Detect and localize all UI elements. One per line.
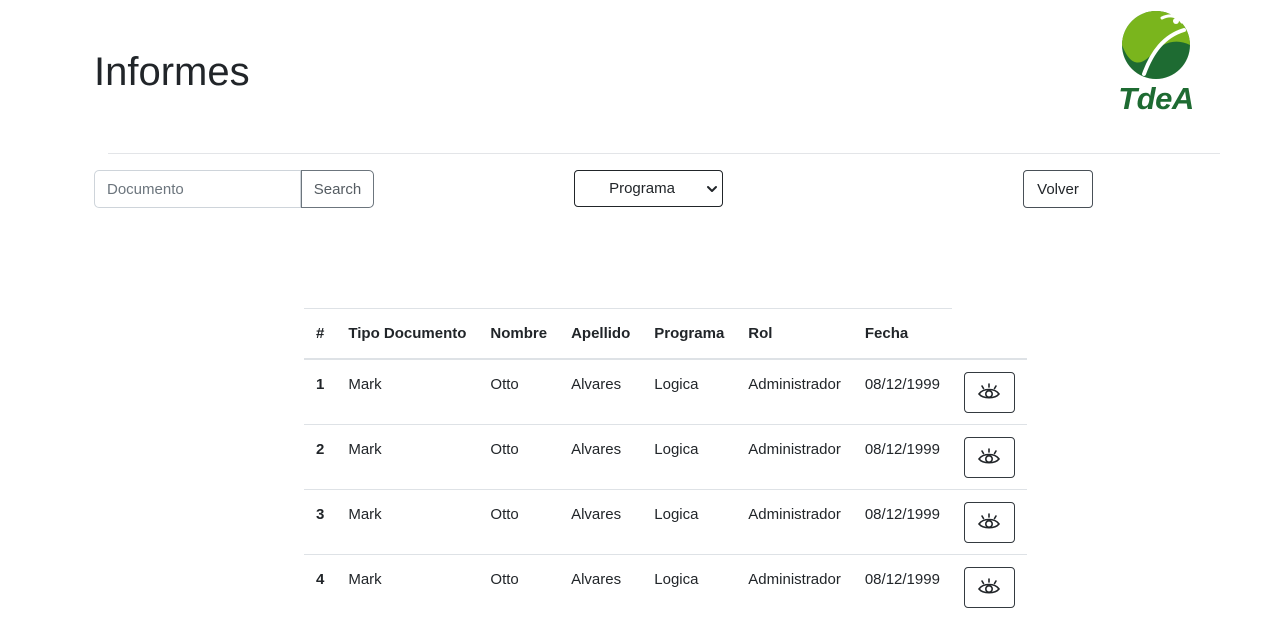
table-row: 4 Mark Otto Alvares Logica Administrador… bbox=[304, 555, 1027, 620]
eye-icon bbox=[978, 578, 1001, 594]
col-header-fecha: Fecha bbox=[852, 308, 952, 360]
col-header-rol: Rol bbox=[736, 308, 853, 360]
view-button[interactable] bbox=[963, 371, 1015, 413]
col-header-actions bbox=[951, 308, 1027, 360]
cell-rol: Administrador bbox=[736, 424, 853, 490]
eye-icon bbox=[978, 383, 1001, 399]
logo-wordmark: TdeA bbox=[1118, 81, 1194, 116]
view-button[interactable] bbox=[963, 501, 1015, 543]
cell-programa: Logica bbox=[642, 489, 737, 555]
col-header-apellido: Apellido bbox=[559, 308, 643, 360]
cell-apellido: Alvares bbox=[559, 359, 643, 425]
chevron-down-icon bbox=[707, 186, 717, 192]
col-header-tipo-documento: Tipo Documento bbox=[336, 308, 479, 360]
cell-actions bbox=[951, 424, 1027, 490]
cell-actions bbox=[951, 359, 1027, 425]
cell-nombre: Otto bbox=[478, 359, 560, 425]
cell-apellido: Alvares bbox=[559, 489, 643, 555]
eye-icon bbox=[978, 513, 1001, 529]
view-button[interactable] bbox=[963, 436, 1015, 478]
table-row: 1 Mark Otto Alvares Logica Administrador… bbox=[304, 359, 1027, 425]
program-select[interactable]: Programa bbox=[574, 170, 723, 207]
cell-fecha: 08/12/1999 bbox=[864, 570, 940, 588]
cell-programa: Logica bbox=[642, 424, 737, 490]
table-row: 2 Mark Otto Alvares Logica Administrador… bbox=[304, 424, 1027, 490]
cell-rol: Administrador bbox=[736, 489, 853, 555]
program-select-value: Programa bbox=[609, 180, 675, 197]
view-button[interactable] bbox=[963, 566, 1015, 608]
col-header-number: # bbox=[304, 308, 337, 360]
cell-tipo-documento: Mark bbox=[336, 489, 479, 555]
document-search-input[interactable] bbox=[94, 170, 301, 208]
cell-nombre: Otto bbox=[478, 424, 560, 490]
table-row: 3 Mark Otto Alvares Logica Administrador… bbox=[304, 489, 1027, 555]
page-title: Informes bbox=[94, 50, 250, 94]
cell-fecha: 08/12/1999 bbox=[852, 424, 952, 490]
cell-actions bbox=[951, 489, 1027, 555]
report-table: # Tipo Documento Nombre Apellido Program… bbox=[304, 308, 1027, 619]
row-number: 4 bbox=[316, 570, 325, 588]
col-header-programa: Programa bbox=[642, 308, 737, 360]
cell-fecha: 08/12/1999 bbox=[852, 359, 952, 425]
table-header-row: # Tipo Documento Nombre Apellido Program… bbox=[304, 308, 1027, 360]
back-button[interactable]: Volver bbox=[1023, 170, 1093, 208]
cell-apellido: Alvares bbox=[571, 570, 622, 588]
col-header-nombre: Nombre bbox=[478, 308, 560, 360]
eye-icon bbox=[978, 448, 1001, 464]
cell-apellido: Alvares bbox=[559, 424, 643, 490]
cell-nombre: Otto bbox=[490, 570, 519, 588]
cell-tipo-documento: Mark bbox=[348, 570, 382, 588]
cell-tipo-documento: Mark bbox=[336, 424, 479, 490]
cell-fecha: 08/12/1999 bbox=[852, 489, 952, 555]
cell-tipo-documento: Mark bbox=[336, 359, 479, 425]
tdea-logo: TdeA bbox=[1104, 8, 1208, 118]
cell-programa: Logica bbox=[642, 359, 737, 425]
cell-rol: Administrador bbox=[748, 570, 841, 588]
cell-rol: Administrador bbox=[736, 359, 853, 425]
logo-emblem bbox=[1122, 11, 1190, 79]
cell-programa: Logica bbox=[654, 570, 699, 588]
row-number: 3 bbox=[304, 489, 337, 555]
row-number: 1 bbox=[304, 359, 337, 425]
cell-actions bbox=[952, 555, 1027, 620]
search-button[interactable]: Search bbox=[301, 170, 374, 208]
header-divider bbox=[108, 153, 1220, 154]
cell-nombre: Otto bbox=[478, 489, 560, 555]
row-number: 2 bbox=[304, 424, 337, 490]
